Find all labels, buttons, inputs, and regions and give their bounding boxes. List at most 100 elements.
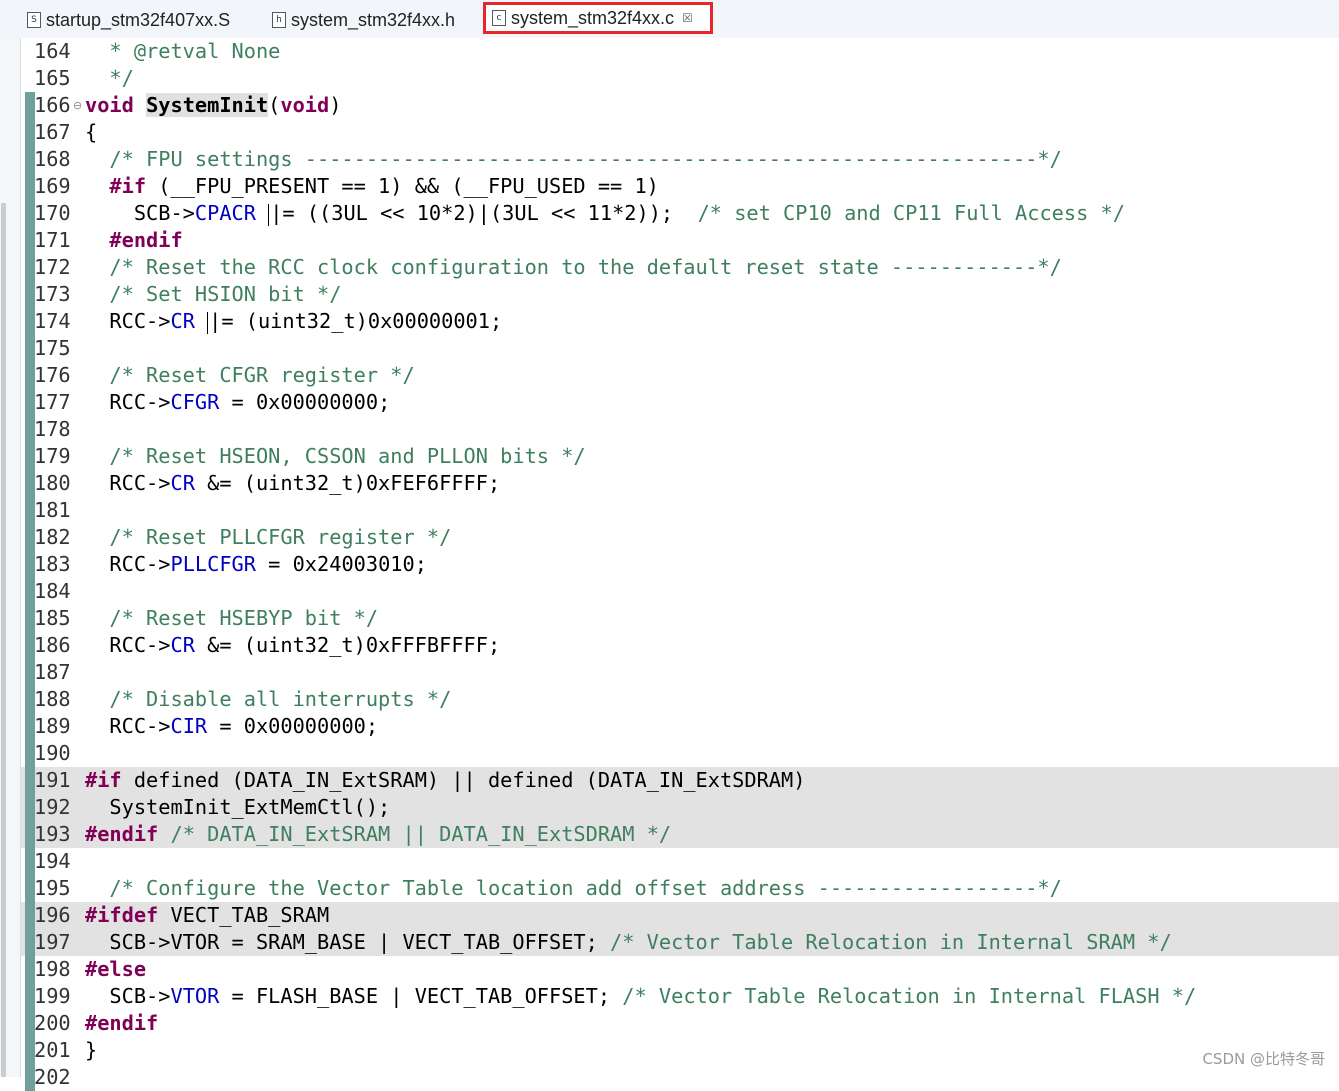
code-line[interactable]: 202 (21, 1064, 1339, 1091)
code-line[interactable]: 167 { (21, 119, 1339, 146)
editor-tab-bar: S startup_stm32f407xx.S h system_stm32f4… (0, 0, 1339, 39)
code-line[interactable]: 177 RCC->CFGR = 0x00000000; (21, 389, 1339, 416)
line-number: 183 (34, 552, 71, 576)
code-token: |= (uint32_t)0x00000001; (209, 309, 503, 333)
code-editor[interactable]: 164 * @retval None 165 */166 ⊖ void SystemI… (21, 38, 1339, 1091)
code-token: RCC-> (85, 309, 171, 333)
line-number: 188 (34, 687, 71, 711)
code-text: #ifdef VECT_TAB_SRAM (85, 902, 329, 929)
code-line[interactable]: 168 /* FPU settings --------------------… (21, 146, 1339, 173)
code-line[interactable]: 192 SystemInit_ExtMemCtl(); (21, 794, 1339, 821)
code-line[interactable]: 186 RCC->CR &= (uint32_t)0xFFFBFFFF; (21, 632, 1339, 659)
line-number: 180 (34, 471, 71, 495)
code-text: /* Set HSION bit */ (85, 281, 341, 308)
code-line[interactable]: 195 /* Configure the Vector Table locati… (21, 875, 1339, 902)
code-line[interactable]: 193 #endif /* DATA_IN_ExtSRAM || DATA_IN_… (21, 821, 1339, 848)
tab-label: startup_stm32f407xx.S (46, 9, 231, 30)
c-file-icon: c (492, 10, 506, 26)
line-number: 190 (34, 741, 71, 765)
code-line[interactable]: 172 /* Reset the RCC clock configuration… (21, 254, 1339, 281)
code-line[interactable]: 197 SCB->VTOR = SRAM_BASE | VECT_TAB_OFF… (21, 929, 1339, 956)
left-scrollbar[interactable] (1, 203, 6, 1077)
code-line[interactable]: 183 RCC->PLLCFGR = 0x24003010; (21, 551, 1339, 578)
line-number: 191 (34, 768, 71, 792)
code-text: /* Disable all interrupts */ (85, 686, 451, 713)
code-token: CR (170, 309, 195, 333)
code-line[interactable]: 171 #endif (21, 227, 1339, 254)
code-line[interactable]: 189 RCC->CIR = 0x00000000; (21, 713, 1339, 740)
code-line[interactable]: 190 (21, 740, 1339, 767)
line-number: 181 (34, 498, 71, 522)
code-line[interactable]: 188 /* Disable all interrupts */ (21, 686, 1339, 713)
line-number: 197 (34, 930, 71, 954)
tab-startup-stm32f407xx-s[interactable]: S startup_stm32f407xx.S (27, 3, 230, 37)
code-token: /* set CP10 and CP11 Full Access */ (697, 201, 1125, 225)
tab-system-stm32f4xx-c[interactable]: c system_stm32f4xx.c ☒ (483, 2, 713, 34)
code-line[interactable]: 187 (21, 659, 1339, 686)
code-line[interactable]: 169 #if (__FPU_PRESENT == 1) && (__FPU_U… (21, 173, 1339, 200)
code-line[interactable]: 182 /* Reset PLLCFGR register */ (21, 524, 1339, 551)
code-token: ) (329, 93, 342, 117)
code-line[interactable]: 178 (21, 416, 1339, 443)
code-line[interactable]: 165 */ (21, 65, 1339, 92)
line-number: 174 (34, 309, 71, 333)
code-token: ( (268, 93, 281, 117)
code-line[interactable]: 200 #endif (21, 1010, 1339, 1037)
code-line[interactable]: 199 SCB->VTOR = FLASH_BASE | VECT_TAB_OF… (21, 983, 1339, 1010)
code-text: } (85, 1037, 97, 1064)
code-text: #endif (85, 227, 182, 254)
code-line[interactable]: 194 (21, 848, 1339, 875)
code-line[interactable]: 191 #if defined (DATA_IN_ExtSRAM) || defi… (21, 767, 1339, 794)
code-token: /* Reset PLLCFGR register */ (109, 525, 452, 549)
code-token: RCC-> (85, 471, 171, 495)
tab-system-stm32f4xx-h[interactable]: h system_stm32f4xx.h (272, 3, 455, 37)
code-line[interactable]: 181 (21, 497, 1339, 524)
code-token: |= ((3UL << 10*2)|(3UL << 11*2)); (270, 201, 698, 225)
code-line[interactable]: 198 #else (21, 956, 1339, 983)
line-number: 194 (34, 849, 71, 873)
line-number: 176 (34, 363, 71, 387)
close-tab-icon[interactable]: ☒ (682, 11, 693, 25)
code-text: SCB->CPACR |= ((3UL << 10*2)|(3UL << 11*… (85, 200, 1125, 227)
line-number: 175 (34, 336, 71, 360)
line-number: 198 (34, 957, 71, 981)
code-line[interactable]: 166 ⊖ void SystemInit(void) (21, 92, 1339, 119)
code-line[interactable]: 176 /* Reset CFGR register */ (21, 362, 1339, 389)
code-text: #endif /* DATA_IN_ExtSRAM || DATA_IN_Ext… (85, 821, 671, 848)
code-token: /* Set HSION bit */ (109, 282, 342, 306)
line-number: 168 (34, 147, 71, 171)
code-line[interactable]: 179 /* Reset HSEON, CSSON and PLLON bits… (21, 443, 1339, 470)
header-file-icon: h (272, 12, 286, 28)
code-token: #endif (85, 1011, 159, 1035)
code-line[interactable]: 196 #ifdef VECT_TAB_SRAM (21, 902, 1339, 929)
code-token: /* Vector Table Relocation in Internal F… (622, 984, 1197, 1008)
code-line[interactable]: 170 SCB->CPACR |= ((3UL << 10*2)|(3UL <<… (21, 200, 1339, 227)
code-line[interactable]: 185 /* Reset HSEBYP bit */ (21, 605, 1339, 632)
code-line[interactable]: 173 /* Set HSION bit */ (21, 281, 1339, 308)
code-line[interactable]: 180 RCC->CR &= (uint32_t)0xFEF6FFFF; (21, 470, 1339, 497)
code-line[interactable]: 174 RCC->CR |= (uint32_t)0x00000001; (21, 308, 1339, 335)
code-line[interactable]: 164 * @retval None (21, 38, 1339, 65)
line-number: 187 (34, 660, 71, 684)
code-token: (__FPU_PRESENT == 1) && (__FPU_USED == 1… (146, 174, 659, 198)
code-line[interactable]: 201} (21, 1037, 1339, 1064)
code-token: void (280, 93, 330, 117)
code-text: /* Reset HSEON, CSSON and PLLON bits */ (85, 443, 585, 470)
fold-toggle-icon[interactable]: ⊖ (73, 92, 82, 119)
code-line[interactable]: 175 (21, 335, 1339, 362)
code-text: #if (__FPU_PRESENT == 1) && (__FPU_USED … (85, 173, 659, 200)
line-number: 173 (34, 282, 71, 306)
code-token: &= (uint32_t)0xFEF6FFFF; (194, 471, 501, 495)
line-number: 193 (34, 822, 71, 846)
line-number: 189 (34, 714, 71, 738)
code-token: RCC-> (85, 552, 171, 576)
code-token: defined (DATA_IN_ExtSRAM) || defined (DA… (121, 768, 806, 792)
code-line[interactable]: 184 (21, 578, 1339, 605)
